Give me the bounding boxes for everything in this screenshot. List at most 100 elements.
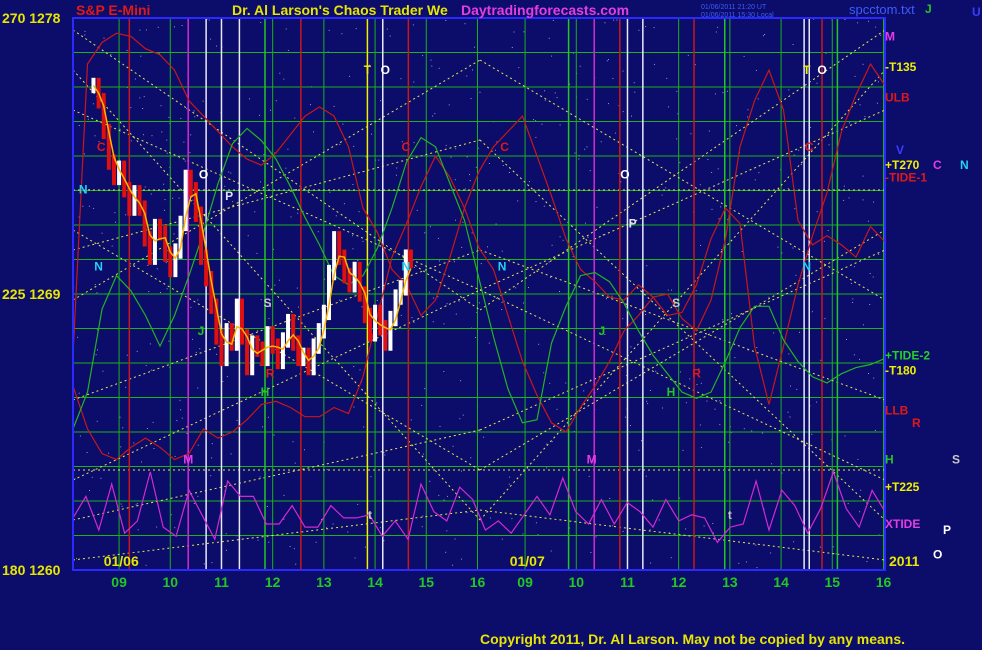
x-tick-label: 11	[214, 574, 229, 590]
star-dot	[622, 531, 624, 532]
star-dot	[849, 122, 850, 124]
star-dot	[788, 353, 790, 355]
star-dot	[87, 118, 89, 120]
star-dot	[164, 209, 165, 211]
star-dot	[352, 248, 354, 250]
star-dot	[186, 108, 188, 110]
star-dot	[431, 65, 433, 67]
star-dot	[347, 531, 349, 533]
star-dot	[658, 519, 660, 521]
star-dot	[364, 546, 366, 548]
star-dot	[247, 235, 249, 237]
star-dot	[798, 149, 800, 151]
right-axis-label: +T225	[885, 480, 920, 494]
star-dot	[755, 544, 757, 546]
star-dot	[137, 529, 139, 531]
star-dot	[283, 494, 285, 496]
right-axis-label: -T135	[885, 60, 917, 74]
star-dot	[559, 291, 560, 292]
star-dot	[609, 498, 611, 499]
star-dot	[650, 562, 652, 564]
star-dot	[266, 506, 268, 507]
star-dot	[869, 273, 871, 274]
chart-annotation: N	[802, 259, 811, 273]
chart-annotation: M	[183, 453, 193, 467]
star-dot	[413, 321, 415, 323]
star-dot	[546, 443, 548, 445]
star-dot	[396, 167, 398, 169]
star-dot	[273, 434, 275, 436]
chart-annotation: J	[198, 324, 205, 338]
star-dot	[180, 409, 182, 411]
star-dot	[862, 199, 864, 201]
star-dot	[690, 133, 692, 135]
star-dot	[103, 37, 105, 39]
star-dot	[859, 358, 860, 360]
star-dot	[528, 181, 530, 183]
star-dot	[489, 517, 491, 519]
star-dot	[443, 499, 445, 501]
chart-annotation: H	[261, 385, 270, 399]
star-dot	[511, 518, 513, 520]
star-dot	[734, 357, 736, 359]
star-dot	[126, 354, 128, 356]
star-dot	[197, 299, 199, 301]
star-dot	[446, 495, 448, 497]
star-dot	[464, 23, 466, 25]
star-dot	[629, 425, 631, 426]
star-dot	[152, 421, 154, 423]
x-tick-label: 09	[111, 574, 127, 590]
star-dot	[125, 386, 127, 388]
site-link[interactable]: Daytradingforecasts.com	[461, 2, 629, 18]
star-dot	[728, 441, 730, 443]
star-dot	[513, 31, 515, 33]
star-dot	[488, 163, 490, 164]
star-dot	[130, 140, 132, 142]
star-dot	[653, 27, 655, 29]
star-dot	[472, 69, 473, 71]
star-dot	[211, 562, 213, 564]
star-dot	[216, 353, 218, 355]
star-dot	[799, 331, 800, 333]
chart-annotation: C	[401, 140, 410, 154]
right-letter-label: S	[952, 453, 960, 467]
right-axis-label: -TIDE-1	[885, 170, 927, 184]
star-dot	[832, 546, 834, 548]
star-dot	[446, 530, 448, 532]
star-dot	[844, 435, 846, 437]
star-dot	[172, 197, 174, 199]
star-dot	[145, 29, 147, 31]
star-dot	[848, 197, 850, 199]
series-label: ULB	[885, 91, 910, 105]
star-dot	[359, 369, 361, 371]
star-dot	[625, 416, 626, 418]
star-dot	[877, 81, 879, 83]
star-dot	[671, 289, 672, 291]
star-dot	[793, 541, 795, 543]
star-dot	[847, 503, 849, 505]
star-dot	[872, 276, 874, 278]
star-dot	[586, 98, 588, 100]
star-dot	[461, 246, 463, 248]
star-dot	[211, 443, 213, 445]
star-dot	[827, 230, 829, 231]
star-dot	[151, 135, 153, 137]
series-label: LLB	[885, 404, 909, 418]
star-dot	[424, 232, 426, 234]
star-dot	[645, 26, 647, 28]
right-letter-label: C	[933, 158, 942, 172]
star-dot	[595, 536, 597, 538]
star-dot	[332, 523, 334, 525]
star-dot	[474, 46, 476, 48]
right-letter-label: V	[896, 143, 904, 157]
star-dot	[494, 149, 496, 151]
star-dot	[160, 105, 162, 107]
star-dot	[792, 247, 794, 249]
star-dot	[96, 420, 98, 422]
star-dot	[78, 392, 80, 394]
star-dot	[756, 347, 758, 348]
star-dot	[548, 261, 550, 263]
star-dot	[502, 165, 504, 166]
star-dot	[676, 138, 678, 140]
star-dot	[461, 470, 462, 472]
